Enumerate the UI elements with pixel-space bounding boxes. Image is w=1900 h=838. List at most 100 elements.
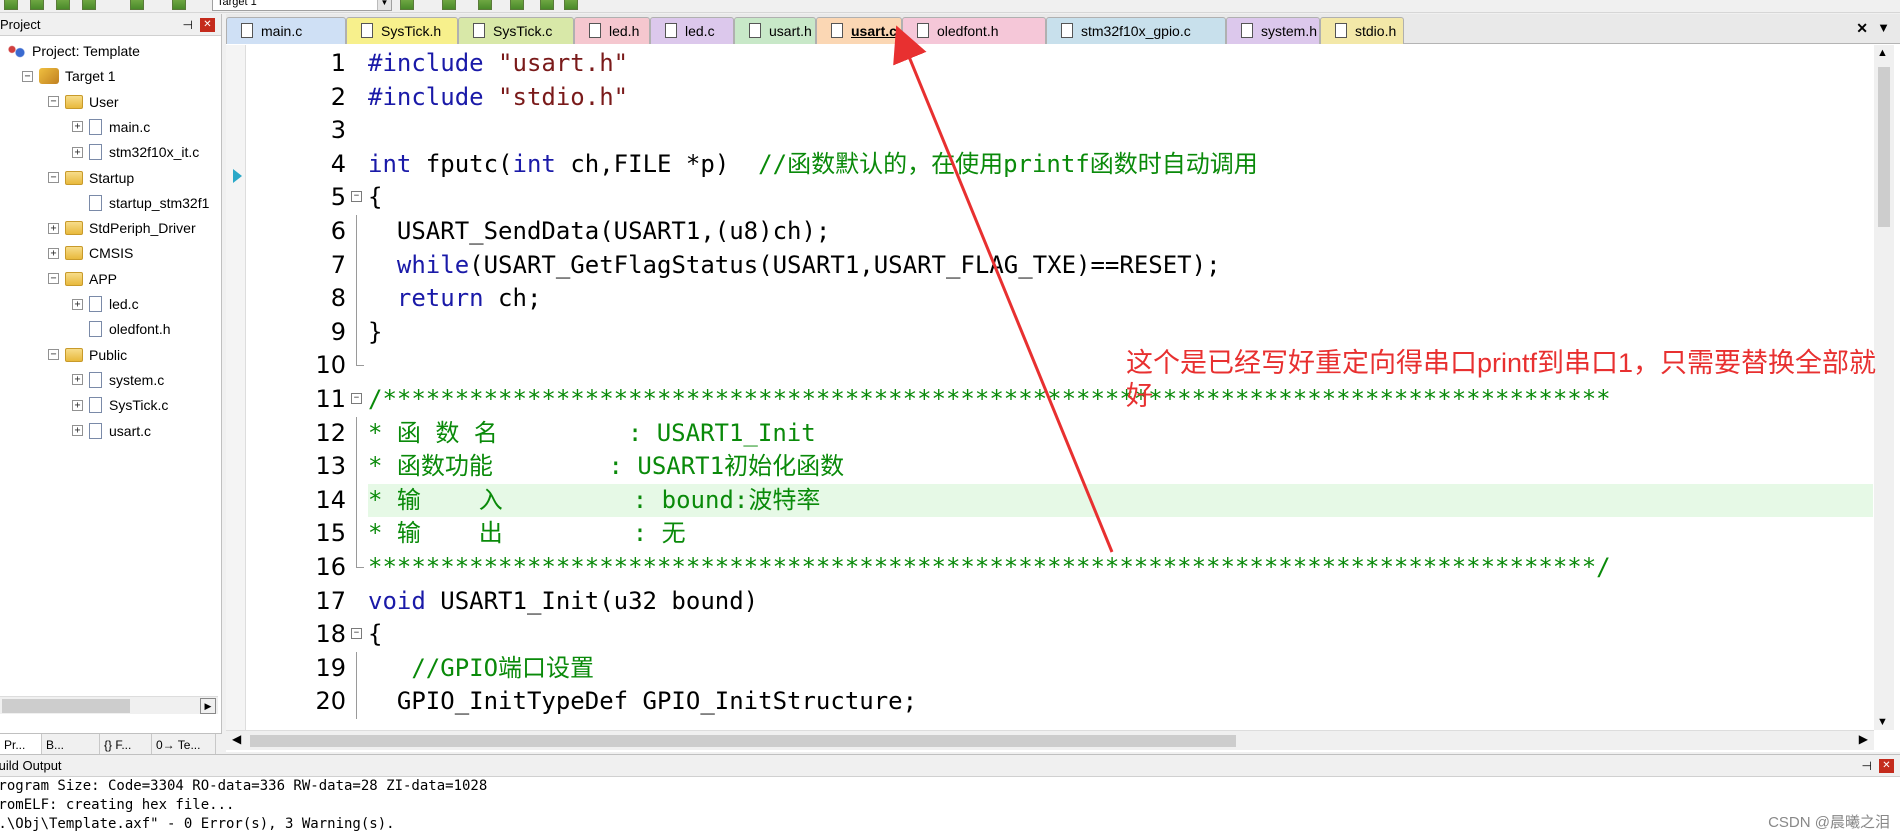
expand-icon[interactable]: +	[72, 146, 83, 158]
scroll-right-icon[interactable]: ▶	[200, 698, 216, 714]
code-line[interactable]: 13 * 函数功能 : USART1初始化函数	[226, 450, 1873, 484]
code-text: }	[368, 317, 383, 346]
tree-node-label: SysTick.c	[109, 397, 169, 414]
toolbar-icon[interactable]	[172, 0, 186, 10]
fold-end-guide	[356, 349, 364, 367]
scrollbar-thumb[interactable]	[1878, 67, 1890, 227]
collapse-icon[interactable]: −	[48, 273, 59, 285]
scroll-down-icon[interactable]: ▼	[1877, 716, 1888, 728]
tree-node-project[interactable]: Project: Template	[6, 40, 140, 62]
toolbar-icon[interactable]	[564, 0, 578, 10]
collapse-icon[interactable]: −	[48, 172, 59, 183]
fold-icon[interactable]: −	[351, 628, 362, 640]
tree-node-file[interactable]: + led.c	[72, 293, 139, 315]
tree-node-file[interactable]: + system.c	[72, 369, 164, 391]
expand-icon[interactable]: +	[72, 374, 83, 386]
code-line[interactable]: 3	[226, 114, 1873, 148]
code-line[interactable]: 6 USART_SendData(USART1,(u8)ch);	[226, 215, 1873, 249]
toolbar-icon[interactable]	[400, 0, 414, 10]
toolbar-icon[interactable]	[510, 0, 524, 10]
code-line[interactable]: 12 * 函 数 名 : USART1_Init	[226, 416, 1873, 451]
file-tab[interactable]: led.h	[574, 17, 650, 44]
file-tab-label: system.h	[1261, 23, 1318, 39]
file-tab[interactable]: SysTick.h	[346, 17, 458, 44]
tree-node-folder[interactable]: − User	[48, 91, 119, 113]
toolbar-icon[interactable]	[130, 0, 144, 10]
file-tab[interactable]: usart.h	[734, 17, 816, 44]
scroll-up-icon[interactable]: ▲	[1877, 47, 1888, 59]
close-icon[interactable]: ✕	[200, 18, 215, 32]
file-tab[interactable]: usart.c	[816, 17, 902, 44]
code-text: {	[368, 620, 383, 649]
tree-node-file[interactable]: + main.c	[72, 116, 150, 138]
tree-node-file[interactable]: + stm32f10x_it.c	[72, 141, 199, 163]
chevron-down-icon[interactable]: ▼	[1877, 20, 1890, 35]
expand-icon[interactable]: +	[72, 399, 83, 411]
pin-icon[interactable]: ⊣	[1862, 755, 1872, 777]
close-icon[interactable]: ✕	[1879, 759, 1894, 773]
tree-node-folder[interactable]: + StdPeriph_Driver	[48, 217, 196, 239]
tree-node-file[interactable]: + usart.c	[72, 420, 151, 442]
horizontal-scrollbar[interactable]: ▶	[0, 696, 218, 714]
scroll-left-icon[interactable]: ◀	[232, 732, 241, 746]
tree-node-folder[interactable]: + CMSIS	[48, 242, 133, 264]
code-line[interactable]: 9}	[226, 315, 1873, 350]
code-line[interactable]: 17 void USART1_Init(u32 bound)	[226, 585, 1873, 619]
close-tab-icon[interactable]: ✕	[1856, 20, 1868, 37]
tree-node-label: system.c	[109, 371, 165, 388]
tree-node-file[interactable]: + SysTick.c	[72, 394, 168, 416]
fold-icon[interactable]: −	[351, 191, 362, 203]
tree-node-folder[interactable]: − Public	[48, 344, 127, 366]
tree-node-target[interactable]: − Target 1	[22, 65, 116, 87]
code-line[interactable]: 20 GPIO_InitTypeDef GPIO_InitStructure;	[226, 685, 1873, 719]
code-line[interactable]: 1 #include "usart.h"	[226, 47, 1873, 81]
file-tab[interactable]: oledfont.h	[902, 17, 1046, 44]
toolbar-icon[interactable]	[56, 0, 70, 10]
file-tab[interactable]: SysTick.c	[458, 17, 574, 44]
code-line[interactable]: 14 * 输 入 : bound:波特率	[226, 483, 1873, 518]
tree-node-file[interactable]: startup_stm32f1	[72, 192, 209, 214]
code-line[interactable]: 15 * 输 出 : 无	[226, 517, 1873, 551]
toolbar-icon[interactable]	[4, 0, 18, 10]
horizontal-scrollbar[interactable]: ◀ ▶	[226, 730, 1874, 750]
chevron-down-icon[interactable]: ▼	[377, 0, 391, 10]
collapse-icon[interactable]: −	[48, 96, 59, 108]
expand-icon[interactable]: +	[48, 222, 59, 234]
toolbar-icon[interactable]	[30, 0, 44, 10]
toolbar-icon[interactable]	[442, 0, 456, 10]
file-tab[interactable]: led.c	[650, 17, 734, 44]
expand-icon[interactable]: +	[72, 425, 83, 436]
toolbar-icon[interactable]	[82, 0, 96, 10]
expand-icon[interactable]: +	[72, 121, 83, 133]
collapse-icon[interactable]: −	[48, 349, 59, 361]
code-line[interactable]: 18−{	[226, 618, 1873, 652]
code-line[interactable]: 4 int fputc(int ch,FILE *p) //函数默认的，在使用pr…	[226, 148, 1873, 182]
code-line[interactable]: 8 return ch;	[226, 282, 1873, 316]
tree-node-folder[interactable]: − APP	[48, 268, 117, 290]
code-line[interactable]: 2 #include "stdio.h"	[226, 81, 1873, 115]
code-line[interactable]: 19 //GPIO端口设置	[226, 651, 1873, 686]
pin-icon[interactable]: ⊣	[183, 14, 193, 36]
code-line[interactable]: 7 while(USART_GetFlagStatus(USART1,USART…	[226, 248, 1873, 283]
code-line[interactable]: 16 **************************************…	[226, 551, 1873, 585]
toolbar-icon[interactable]	[478, 0, 492, 10]
file-tab[interactable]: stdio.h	[1320, 17, 1404, 44]
line-number: 1	[330, 49, 346, 77]
target-select[interactable]: Target 1 ▼	[212, 0, 392, 11]
toolbar-icon[interactable]	[540, 0, 554, 10]
tree-node-file[interactable]: oledfont.h	[72, 318, 171, 340]
file-tab[interactable]: main.c	[226, 17, 346, 44]
build-output-log[interactable]: Program Size: Code=3304 RO-data=336 RW-d…	[0, 777, 1900, 838]
line-number: 2	[330, 82, 346, 111]
scrollbar-thumb[interactable]	[2, 699, 130, 713]
fold-icon[interactable]: −	[351, 393, 362, 404]
file-tab[interactable]: system.h	[1226, 17, 1320, 44]
code-line[interactable]: 5−{	[226, 181, 1873, 215]
file-tab[interactable]: stm32f10x_gpio.c	[1046, 17, 1226, 44]
scrollbar-thumb[interactable]	[250, 735, 1236, 747]
tree-node-folder[interactable]: − Startup	[48, 167, 134, 189]
expand-icon[interactable]: +	[72, 298, 83, 310]
expand-icon[interactable]: +	[48, 247, 59, 259]
collapse-icon[interactable]: −	[22, 70, 33, 82]
scroll-right-icon[interactable]: ▶	[1859, 732, 1868, 746]
